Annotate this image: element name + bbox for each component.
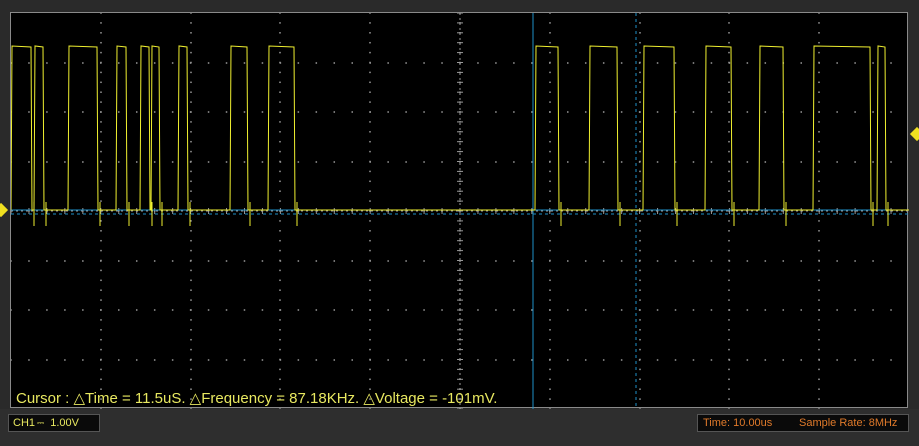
channel-info[interactable]: CH1 ⎓ 1.00V [8,414,100,432]
status-bar: CH1 ⎓ 1.00V Time: 10.00us Sample Rate: 8MH… [0,409,919,446]
graticule-grid [11,13,909,409]
acquisition-info: Time: 10.00us Sample Rate: 8MHz [697,414,909,432]
trigger-level-marker-icon[interactable] [909,126,919,142]
waveform-display[interactable] [11,13,909,409]
channel-label: CH1 [13,417,36,429]
sample-rate: Sample Rate: 8MHz [799,417,898,429]
cursor-readout: Cursor : △Time = 11.5uS. △Frequency = 87… [16,390,498,407]
volts-per-div: 1.00V [50,417,79,429]
ch1-ground-marker-icon[interactable] [0,202,9,218]
dc-coupling-icon: ⎓ [37,418,45,428]
time-per-div: Time: 10.00us [703,417,773,429]
oscilloscope-screen[interactable]: Cursor : △Time = 11.5uS. △Frequency = 87… [10,12,909,409]
